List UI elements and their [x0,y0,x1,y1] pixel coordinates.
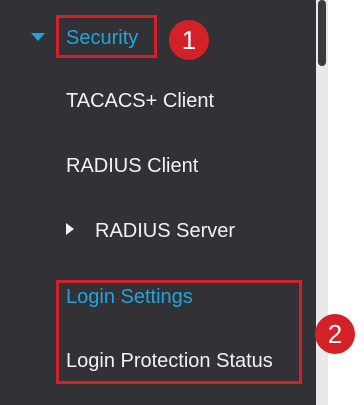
sidebar-item-radius-server[interactable]: RADIUS Server [95,219,235,243]
caret-right-icon[interactable] [66,223,74,235]
sidebar-item-radius-client[interactable]: RADIUS Client [66,154,198,178]
annotation-badge-1: 1 [169,20,209,60]
scrollbar-thumb[interactable] [318,0,326,66]
caret-down-icon[interactable] [31,33,45,41]
sidebar-item-tacacs-client[interactable]: TACACS+ Client [66,89,214,113]
highlight-box-security [56,15,157,58]
highlight-box-login [56,280,302,384]
annotation-badge-2: 2 [315,314,355,354]
